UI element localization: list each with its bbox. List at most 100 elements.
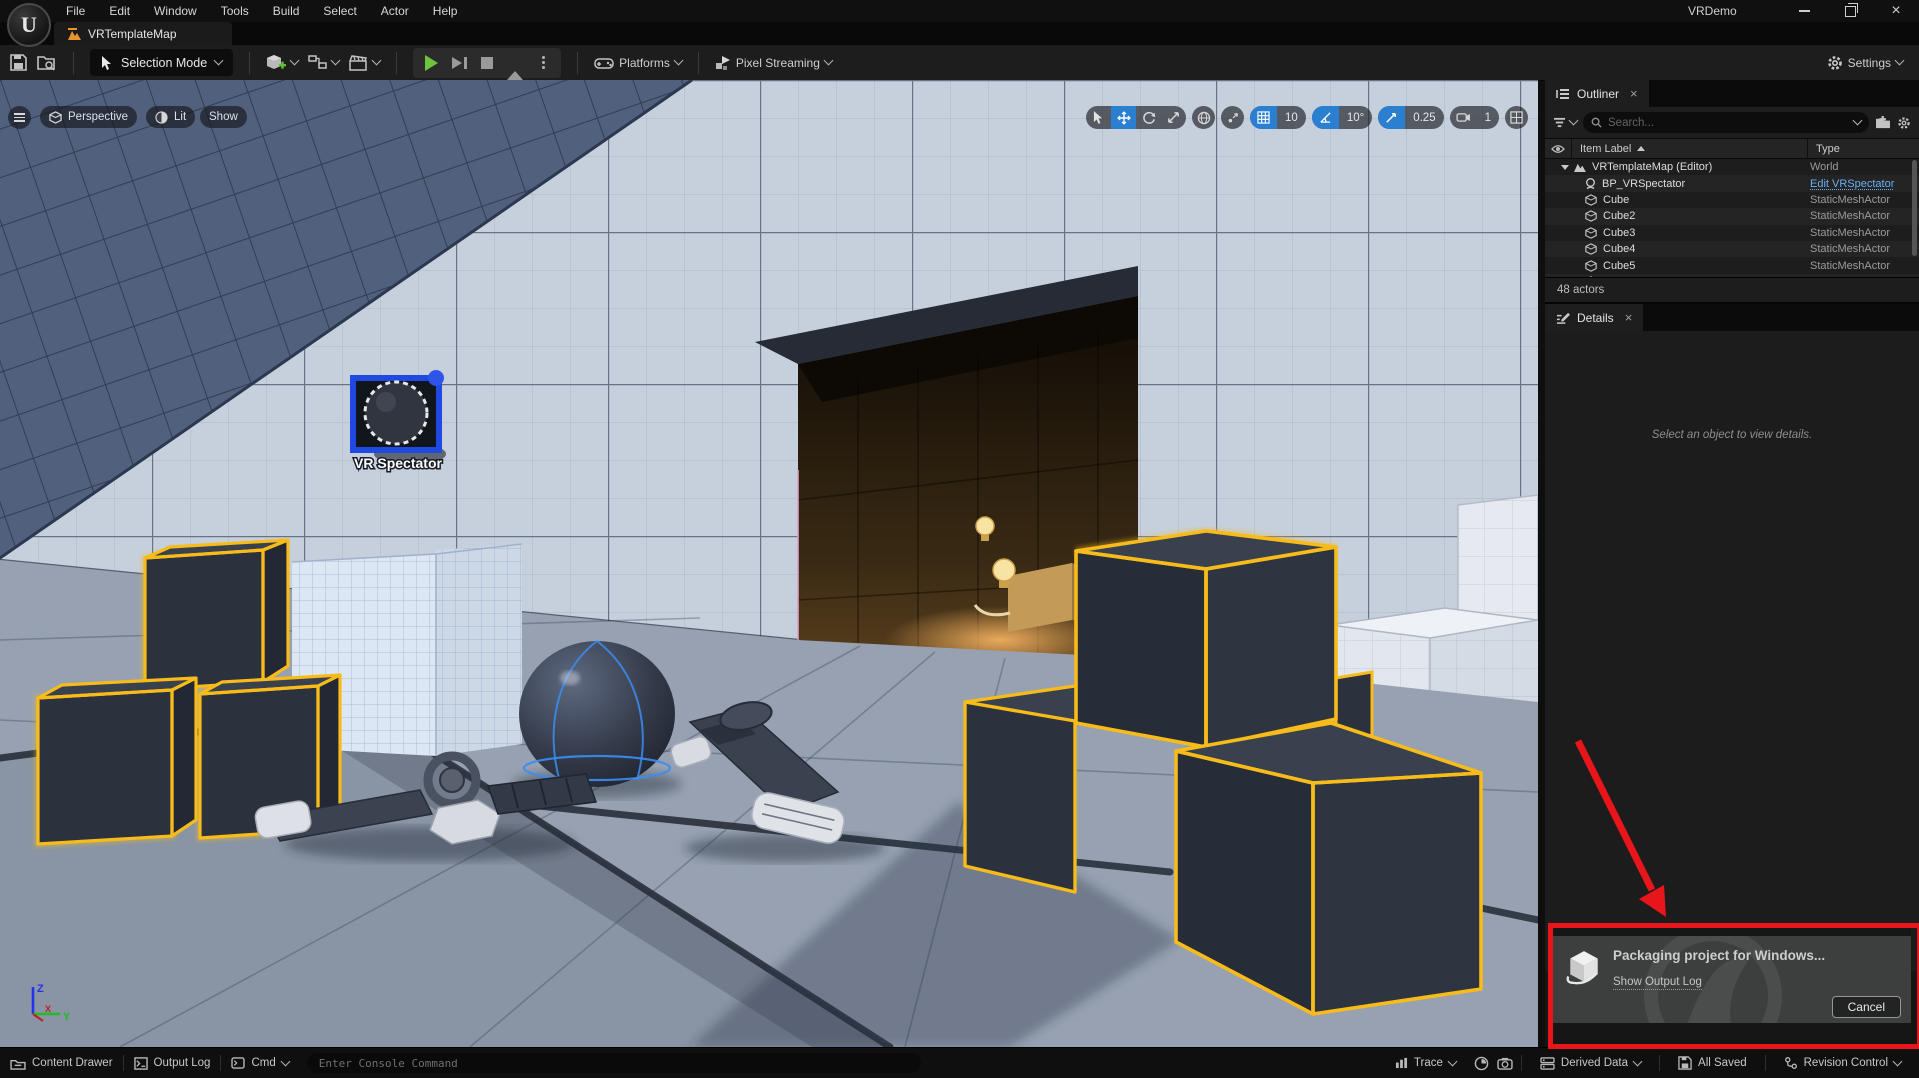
type-column-header[interactable]: Type <box>1807 139 1840 158</box>
maximize-viewport-button[interactable] <box>1505 106 1528 129</box>
outliner-row-vrtemplatemap[interactable]: VRTemplateMap (Editor) World <box>1545 159 1919 175</box>
eject-button[interactable] <box>501 48 529 78</box>
outliner-row-cube5[interactable]: Cube5 StaticMeshActor <box>1545 257 1919 273</box>
console-command-input[interactable]: Enter Console Command <box>307 1053 921 1073</box>
unreal-logo: U <box>7 3 51 47</box>
chevron-down-icon <box>290 56 300 66</box>
play-controls <box>413 48 561 78</box>
outliner-row-bp-vrspectator[interactable]: BP_VRSpectator Edit VRSpectator <box>1545 175 1919 191</box>
outliner-row-cube2[interactable]: Cube2 StaticMeshActor <box>1545 208 1919 224</box>
outliner-tab-bar: Outliner × <box>1545 80 1919 107</box>
viewport-3d[interactable]: VR Spectator Z Y X Perspective <box>0 80 1538 1047</box>
item-label-column-header[interactable]: Item Label <box>1572 143 1645 155</box>
grid-snap-control[interactable]: 10 <box>1250 106 1306 129</box>
scale-snap-control[interactable]: 0.25 <box>1378 106 1443 129</box>
screenshot-button[interactable] <box>1497 1057 1513 1070</box>
cancel-button[interactable]: Cancel <box>1832 996 1901 1018</box>
output-log-button[interactable]: Output Log <box>124 1057 221 1070</box>
menu-build[interactable]: Build <box>261 0 312 22</box>
move-icon <box>1117 111 1131 125</box>
row-type: StaticMeshActor <box>1810 276 1903 277</box>
outliner-filter-button[interactable] <box>1553 117 1577 128</box>
menu-actor[interactable]: Actor <box>369 0 421 22</box>
revision-control-dropdown[interactable]: Revision Control <box>1774 1056 1911 1070</box>
outliner-settings-button[interactable] <box>1897 116 1911 130</box>
derived-data-icon <box>1540 1057 1555 1070</box>
perspective-dropdown[interactable]: Perspective <box>40 106 137 128</box>
outliner-row-cube4[interactable]: Cube4 StaticMeshActor <box>1545 241 1919 257</box>
vr-spectator-actor[interactable]: VR Spectator <box>353 370 446 471</box>
cmd-dropdown[interactable]: Cmd <box>221 1057 298 1069</box>
visibility-column-header[interactable] <box>1545 139 1572 158</box>
cinematics-dropdown[interactable] <box>349 55 380 71</box>
row-type: StaticMeshActor <box>1810 194 1903 206</box>
select-tool-button[interactable] <box>1086 106 1111 129</box>
expand-caret-icon[interactable] <box>1561 165 1569 170</box>
menu-edit[interactable]: Edit <box>97 0 142 22</box>
blueprint-node-icon <box>308 55 327 70</box>
close-button[interactable]: × <box>1873 0 1919 22</box>
cmd-icon <box>231 1057 245 1069</box>
scale-icon <box>1167 111 1180 124</box>
blueprints-dropdown[interactable] <box>308 55 339 70</box>
world-local-toggle[interactable] <box>1192 106 1215 129</box>
show-dropdown[interactable]: Show <box>200 106 247 128</box>
menu-select[interactable]: Select <box>311 0 368 22</box>
close-icon[interactable]: × <box>1625 310 1633 325</box>
frame-skip-button[interactable] <box>445 48 473 78</box>
minimize-button[interactable] <box>1781 0 1827 22</box>
outliner-search-input[interactable]: Search... <box>1583 112 1869 133</box>
camera-speed-control[interactable]: 1 <box>1450 106 1499 129</box>
maximize-button[interactable] <box>1827 0 1873 22</box>
surface-snap-icon <box>1226 111 1240 125</box>
row-type-link[interactable]: Edit VRSpectator <box>1810 178 1903 190</box>
tab-details[interactable]: Details × <box>1545 304 1643 331</box>
pixel-streaming-dropdown[interactable]: Pixel Streaming <box>715 55 832 71</box>
settings-dropdown[interactable]: Settings <box>1827 55 1903 71</box>
menu-tools[interactable]: Tools <box>209 0 261 22</box>
rotation-snap-control[interactable]: 10° <box>1312 106 1372 129</box>
output-log-icon <box>134 1057 148 1070</box>
surface-snapping-button[interactable] <box>1221 106 1244 129</box>
add-folder-button[interactable] <box>1875 116 1891 129</box>
pixel-streaming-icon <box>715 55 731 71</box>
trace-dropdown[interactable]: Trace <box>1385 1057 1466 1069</box>
add-actor-dropdown[interactable] <box>266 54 298 72</box>
outliner-footer: 48 actors <box>1545 277 1919 302</box>
row-label: Cube3 <box>1603 227 1635 239</box>
play-button[interactable] <box>417 48 445 78</box>
save-button[interactable] <box>10 54 27 71</box>
outliner-row-cube6-partial[interactable]: Cube6 StaticMeshActor <box>1545 274 1919 277</box>
close-icon[interactable]: × <box>1630 86 1638 101</box>
platforms-dropdown[interactable]: Platforms <box>594 56 682 70</box>
outliner-row-cube3[interactable]: Cube3 StaticMeshActor <box>1545 225 1919 241</box>
tab-vrtemplatemap[interactable]: VRTemplateMap <box>54 22 232 45</box>
camera-icon <box>1450 112 1477 123</box>
viewport-options-button[interactable] <box>8 106 31 129</box>
menu-window[interactable]: Window <box>142 0 209 22</box>
gamepad-icon <box>594 56 614 70</box>
rotate-tool-button[interactable] <box>1136 106 1161 129</box>
outliner-scrollbar[interactable] <box>1912 160 1917 256</box>
outliner-row-cube[interactable]: Cube StaticMeshActor <box>1545 192 1919 208</box>
content-drawer-button[interactable]: Content Drawer <box>0 1057 123 1070</box>
chevron-down-icon <box>372 56 382 66</box>
derived-data-dropdown[interactable]: Derived Data <box>1530 1057 1651 1070</box>
insights-button[interactable] <box>1474 1056 1489 1071</box>
stop-button[interactable] <box>473 48 501 78</box>
menu-help[interactable]: Help <box>421 0 470 22</box>
show-output-log-link[interactable]: Show Output Log <box>1613 976 1702 990</box>
angle-snap-value: 10° <box>1339 112 1372 124</box>
scale-tool-button[interactable] <box>1161 106 1186 129</box>
outliner-toolbar: Search... <box>1545 107 1919 138</box>
row-label: BP_VRSpectator <box>1602 178 1685 190</box>
all-saved-indicator[interactable]: All Saved <box>1668 1056 1757 1070</box>
selection-mode-dropdown[interactable]: Selection Mode <box>90 49 233 76</box>
actor-count: 48 actors <box>1557 284 1604 296</box>
content-browser-button[interactable] <box>37 54 57 71</box>
menu-file[interactable]: File <box>54 0 97 22</box>
play-options-button[interactable] <box>529 48 557 78</box>
move-tool-button[interactable] <box>1111 106 1136 129</box>
lit-dropdown[interactable]: Lit <box>146 106 195 128</box>
tab-outliner[interactable]: Outliner × <box>1545 80 1649 107</box>
